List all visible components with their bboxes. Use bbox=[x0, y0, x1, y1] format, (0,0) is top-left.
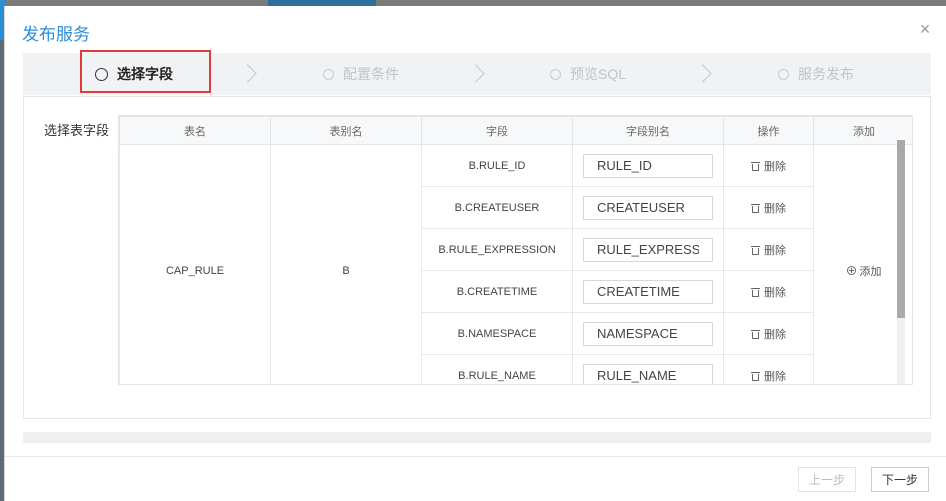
add-button[interactable]: 添加 bbox=[846, 263, 882, 279]
step-circle-icon bbox=[323, 68, 334, 80]
field-selection-panel: 选择表字段 表名 表别名 字段 字段别名 操作 添加 CAP_RULE B B.… bbox=[23, 96, 931, 419]
delete-label: 删除 bbox=[764, 160, 786, 173]
field-cell: B.RULE_NAME bbox=[421, 354, 573, 384]
op-cell: 删除 bbox=[723, 312, 814, 355]
field-alias-input[interactable] bbox=[583, 279, 713, 304]
delete-button[interactable]: 删除 bbox=[751, 242, 786, 258]
step-bar: 选择字段 配置条件 预览SQL 服务发布 bbox=[23, 53, 931, 95]
trash-icon bbox=[751, 371, 760, 381]
column-header: 字段别名 bbox=[572, 116, 724, 145]
add-label: 添加 bbox=[859, 265, 882, 278]
field-alias-input[interactable] bbox=[583, 153, 713, 178]
alias-cell bbox=[572, 312, 724, 355]
op-cell: 删除 bbox=[723, 354, 814, 384]
delete-label: 删除 bbox=[764, 328, 786, 341]
alias-cell bbox=[572, 144, 724, 187]
step-configure-conditions[interactable]: 配置条件 bbox=[323, 53, 399, 95]
horizontal-scrollbar[interactable] bbox=[23, 432, 931, 443]
alias-cell bbox=[572, 228, 724, 271]
alias-cell bbox=[572, 186, 724, 229]
trash-icon bbox=[751, 161, 760, 171]
alias-cell bbox=[572, 354, 724, 384]
field-alias-input[interactable] bbox=[583, 321, 713, 346]
column-header: 操作 bbox=[723, 116, 814, 145]
step-circle-icon bbox=[95, 67, 108, 81]
step-circle-icon bbox=[778, 68, 789, 80]
delete-label: 删除 bbox=[764, 202, 786, 215]
chevron-right-icon bbox=[693, 64, 712, 83]
next-step-button[interactable]: 下一步 bbox=[871, 467, 929, 492]
table-alias-cell: B bbox=[270, 144, 422, 384]
field-cell: B.RULE_EXPRESSION bbox=[421, 228, 573, 271]
step-label: 选择字段 bbox=[117, 66, 173, 82]
op-cell: 删除 bbox=[723, 228, 814, 271]
alias-cell bbox=[572, 270, 724, 313]
field-cell: B.RULE_ID bbox=[421, 144, 573, 187]
field-cell: B.NAMESPACE bbox=[421, 312, 573, 355]
trash-icon bbox=[751, 203, 760, 213]
delete-label: 删除 bbox=[764, 286, 786, 299]
publish-service-dialog: 发布服务 × 选择字段 配置条件 预览SQL 服务发布 选择表字段 表名 表别名… bbox=[4, 6, 946, 501]
trash-icon bbox=[751, 329, 760, 339]
dialog-title: 发布服务 bbox=[22, 25, 90, 44]
table-header-row: 表名 表别名 字段 字段别名 操作 添加 bbox=[119, 116, 912, 145]
delete-button[interactable]: 删除 bbox=[751, 158, 786, 174]
op-cell: 删除 bbox=[723, 144, 814, 187]
table-name-cell: CAP_RULE bbox=[119, 144, 271, 384]
step-label: 预览SQL bbox=[570, 66, 627, 82]
field-alias-input[interactable] bbox=[583, 363, 713, 384]
field-table-wrapper[interactable]: 表名 表别名 字段 字段别名 操作 添加 CAP_RULE B B.RULE_I… bbox=[118, 115, 913, 385]
table-row: CAP_RULE B B.RULE_ID 删除 添加 bbox=[119, 144, 912, 384]
plus-circle-icon bbox=[846, 266, 856, 275]
delete-label: 删除 bbox=[764, 370, 786, 383]
delete-button[interactable]: 删除 bbox=[751, 368, 786, 384]
step-circle-icon bbox=[550, 68, 561, 80]
column-header: 字段 bbox=[421, 116, 573, 145]
close-icon[interactable]: × bbox=[917, 20, 933, 38]
step-publish-service[interactable]: 服务发布 bbox=[778, 53, 854, 95]
panel-label: 选择表字段 bbox=[44, 123, 110, 138]
trash-icon bbox=[751, 245, 760, 255]
step-label: 服务发布 bbox=[798, 66, 854, 82]
step-label: 配置条件 bbox=[343, 66, 399, 82]
previous-step-button[interactable]: 上一步 bbox=[798, 467, 856, 492]
field-alias-input[interactable] bbox=[583, 195, 713, 220]
step-preview-sql[interactable]: 预览SQL bbox=[550, 53, 626, 95]
chevron-right-icon bbox=[466, 64, 485, 83]
footer-divider bbox=[5, 456, 946, 457]
field-table: 表名 表别名 字段 字段别名 操作 添加 CAP_RULE B B.RULE_I… bbox=[119, 116, 912, 384]
delete-label: 删除 bbox=[764, 244, 786, 257]
field-alias-input[interactable] bbox=[583, 237, 713, 262]
field-cell: B.CREATEUSER bbox=[421, 186, 573, 229]
delete-button[interactable]: 删除 bbox=[751, 200, 786, 216]
op-cell: 删除 bbox=[723, 186, 814, 229]
field-cell: B.CREATETIME bbox=[421, 270, 573, 313]
delete-button[interactable]: 删除 bbox=[751, 284, 786, 300]
column-header: 表别名 bbox=[270, 116, 422, 145]
vertical-scrollbar-thumb[interactable] bbox=[897, 140, 905, 318]
column-header: 表名 bbox=[119, 116, 271, 145]
op-cell: 删除 bbox=[723, 270, 814, 313]
step-select-fields[interactable]: 选择字段 bbox=[95, 53, 173, 95]
trash-icon bbox=[751, 287, 760, 297]
delete-button[interactable]: 删除 bbox=[751, 326, 786, 342]
chevron-right-icon bbox=[238, 64, 257, 83]
